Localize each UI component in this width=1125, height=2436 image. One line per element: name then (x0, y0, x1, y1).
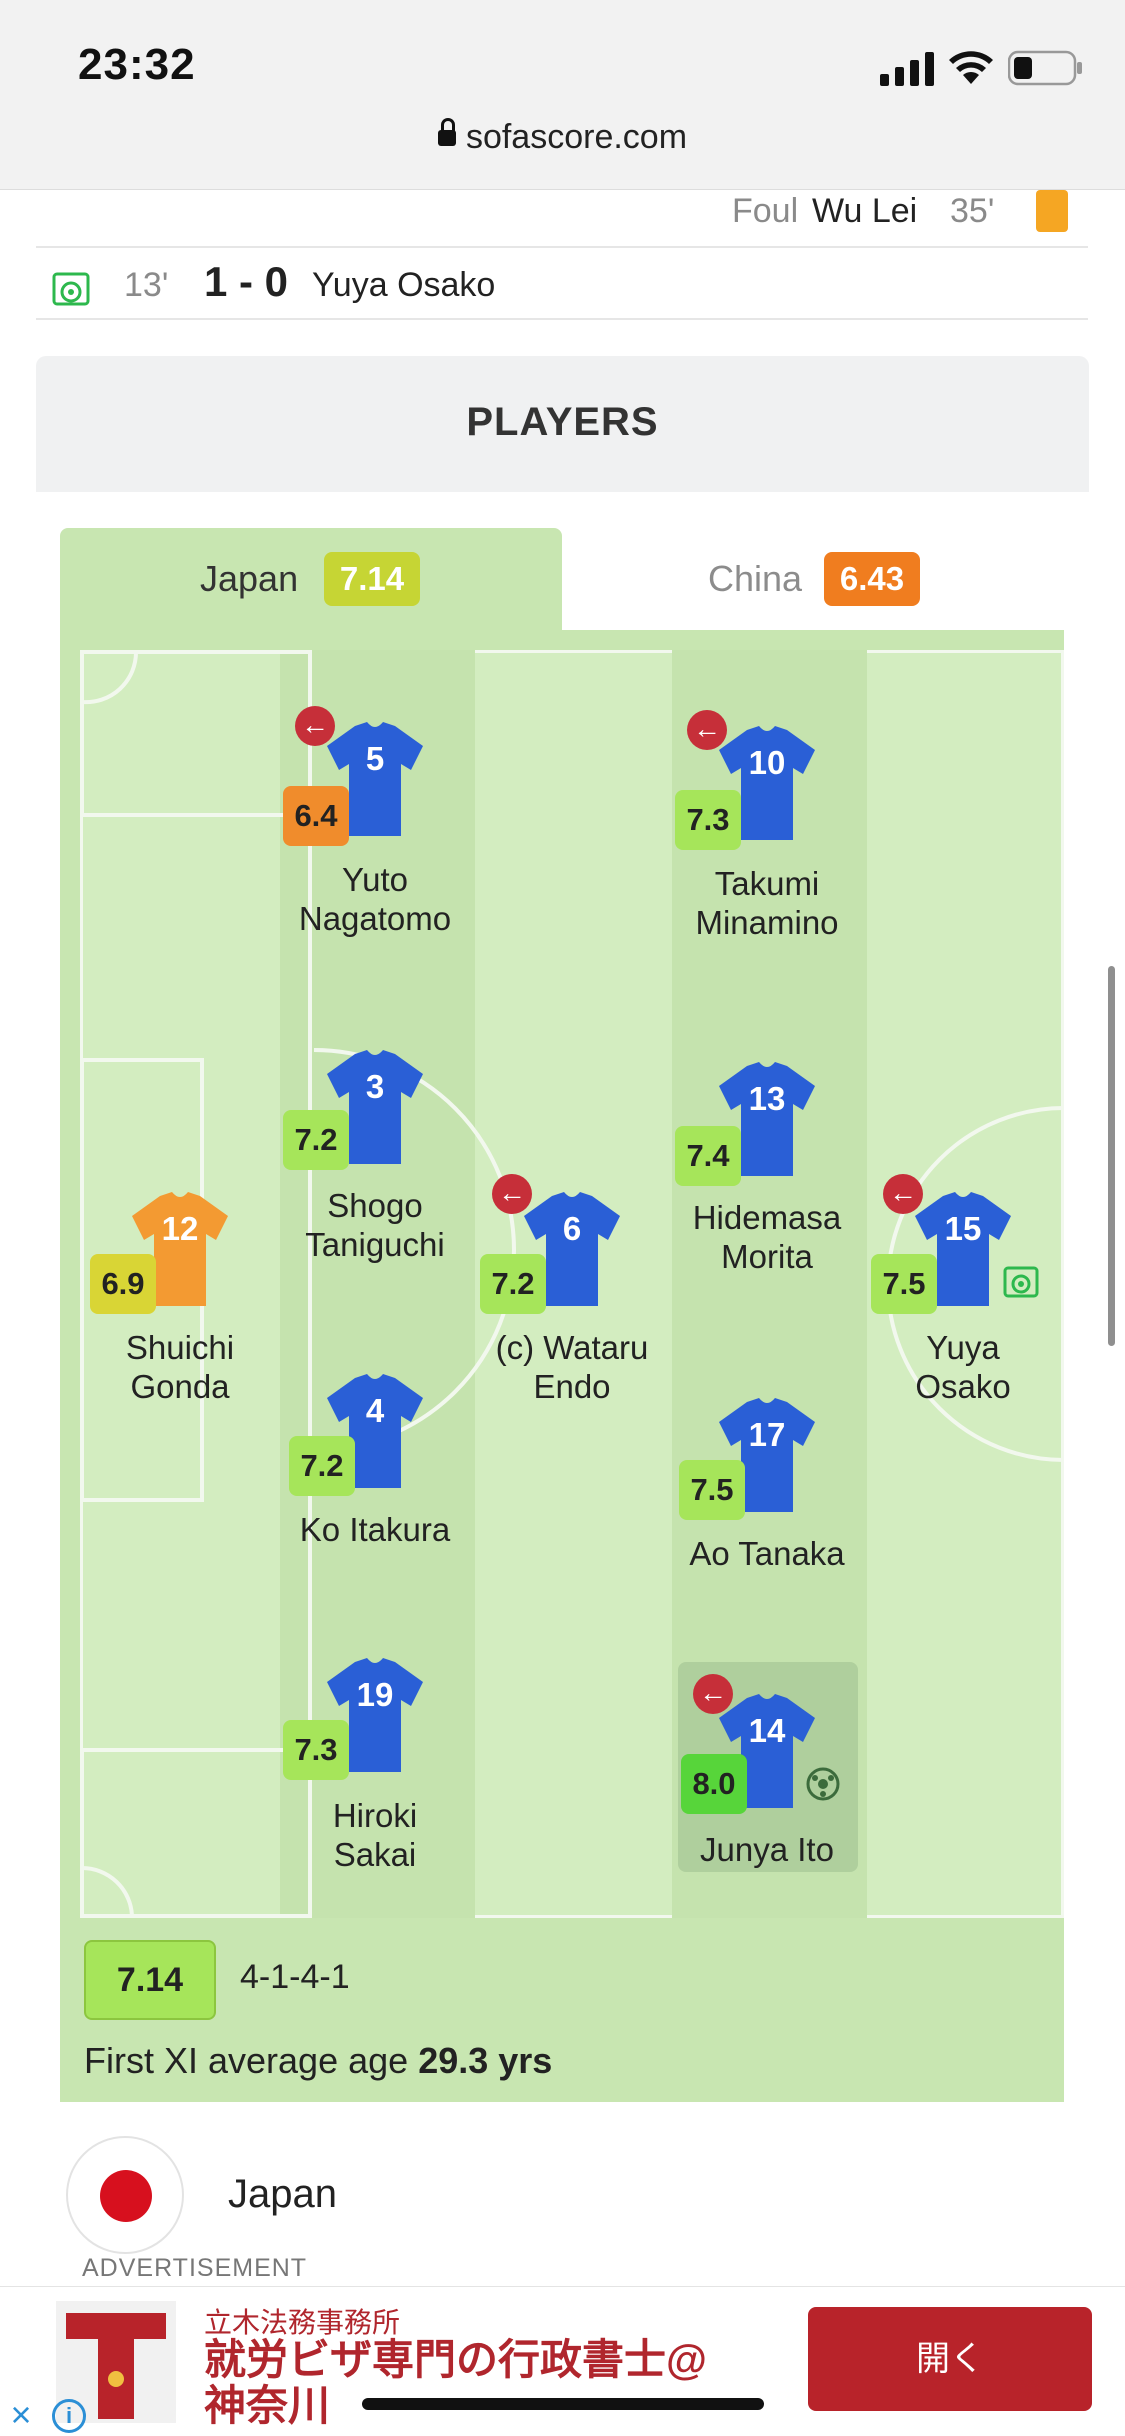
tab-japan[interactable]: Japan 7.14 (60, 528, 562, 632)
divider (36, 246, 1088, 248)
goal-score: 1 - 0 (204, 258, 289, 305)
tab-china[interactable]: China 6.43 (562, 528, 1064, 632)
player-rating: 8.0 (681, 1754, 747, 1814)
home-indicator (362, 2398, 764, 2410)
url-text: sofascore.com (465, 118, 688, 156)
ad-label: ADVERTISEMENT (82, 2254, 308, 2282)
player-rating: 7.4 (675, 1126, 741, 1186)
ad-advertiser: 立木法務事務所 (204, 2307, 401, 2338)
wifi-icon (948, 50, 994, 86)
battery-icon (1007, 50, 1084, 86)
tab-label: China (708, 558, 803, 599)
player-card[interactable]: ← 10 7.3 Takumi Minamino (657, 710, 877, 964)
player-rating: 7.2 (480, 1254, 546, 1314)
scrollbar[interactable] (1108, 966, 1115, 1346)
incident-player: Wu Lei (812, 192, 918, 230)
japan-flag-icon (66, 2136, 184, 2254)
team-rating-badge: 7.14 (324, 552, 420, 606)
status-time: 23:32 (78, 40, 196, 89)
player-card[interactable]: ← 15 7.5 Yuya Osako (853, 1174, 1073, 1430)
player-name: Hiroki Sakai (332, 1797, 418, 1873)
goal-icon (52, 270, 90, 308)
foul-incident[interactable]: Foul Wu Lei 35' (0, 190, 1125, 246)
player-card[interactable]: 3 7.2 Shogo Taniguchi (265, 1048, 485, 1288)
player-rating: 7.5 (871, 1254, 937, 1314)
player-name: Takumi Minamino (695, 865, 839, 941)
player-name: Yuya Osako (915, 1329, 1011, 1405)
incident-minute: 35' (950, 192, 995, 230)
goal-icon (1003, 1266, 1039, 1298)
team-average-rating: 7.14 (84, 1940, 216, 2020)
player-card[interactable]: 4 7.2 Ko Itakura (265, 1372, 485, 1612)
player-rating: 7.2 (289, 1436, 355, 1496)
team-name[interactable]: Japan (228, 2172, 337, 2217)
ad-headline: 就労ビザ専門の行政書士@ 神奈川 (204, 2336, 707, 2429)
formation-label: 4-1-4-1 (240, 1958, 350, 1996)
divider (36, 318, 1088, 320)
tab-label: Japan (200, 558, 299, 599)
player-rating: 6.9 (90, 1254, 156, 1314)
player-name: Ao Tanaka (689, 1535, 845, 1572)
player-name: (c) Wataru Endo (495, 1329, 649, 1405)
player-rating: 7.2 (283, 1110, 349, 1170)
player-card[interactable]: ← 14 8.0 Junya Ito (657, 1674, 877, 1932)
section-title: PLAYERS (466, 400, 659, 444)
player-name: Junya Ito (700, 1831, 834, 1868)
player-rating: 7.3 (283, 1720, 349, 1780)
goal-scorer: Yuya Osako (312, 266, 496, 304)
player-rating: 7.5 (679, 1460, 745, 1520)
url-bar[interactable]: sofascore.com (0, 118, 1125, 157)
player-card[interactable]: 13 7.4 Hidemasa Morita (657, 1060, 877, 1300)
player-name: Ko Itakura (299, 1511, 451, 1548)
players-section-header: PLAYERS (36, 356, 1089, 492)
team-rating-badge: 6.43 (824, 552, 920, 606)
yellow-card-icon (1036, 190, 1068, 232)
signal-icon (880, 52, 936, 86)
ball-icon (806, 1767, 840, 1801)
player-card[interactable]: 19 7.3 Hiroki Sakai (265, 1656, 485, 1896)
average-age: First XI average age 29.3 yrs (84, 2040, 553, 2081)
player-rating: 7.3 (675, 790, 741, 850)
lock-icon (437, 118, 456, 146)
player-name: Yuto Nagatomo (298, 861, 452, 937)
goal-incident[interactable]: 13' 1 - 0 Yuya Osako (0, 250, 1125, 320)
incident-type: Foul (732, 192, 799, 230)
info-icon[interactable]: i (52, 2399, 86, 2433)
player-card[interactable]: 17 7.5 Ao Tanaka (657, 1396, 877, 1636)
goal-minute: 13' (124, 266, 169, 304)
close-icon[interactable]: × (4, 2397, 38, 2433)
ad-open-button[interactable]: 開く (808, 2307, 1092, 2411)
ad-banner[interactable]: 立木法務事務所 就労ビザ専門の行政書士@ 神奈川 開く × i (0, 2286, 1125, 2436)
player-card[interactable]: ← 5 6.4 Yuto Nagatomo (265, 706, 485, 960)
player-rating: 6.4 (283, 786, 349, 846)
browser-top-bar: 23:32 sofascore.com (0, 0, 1125, 190)
